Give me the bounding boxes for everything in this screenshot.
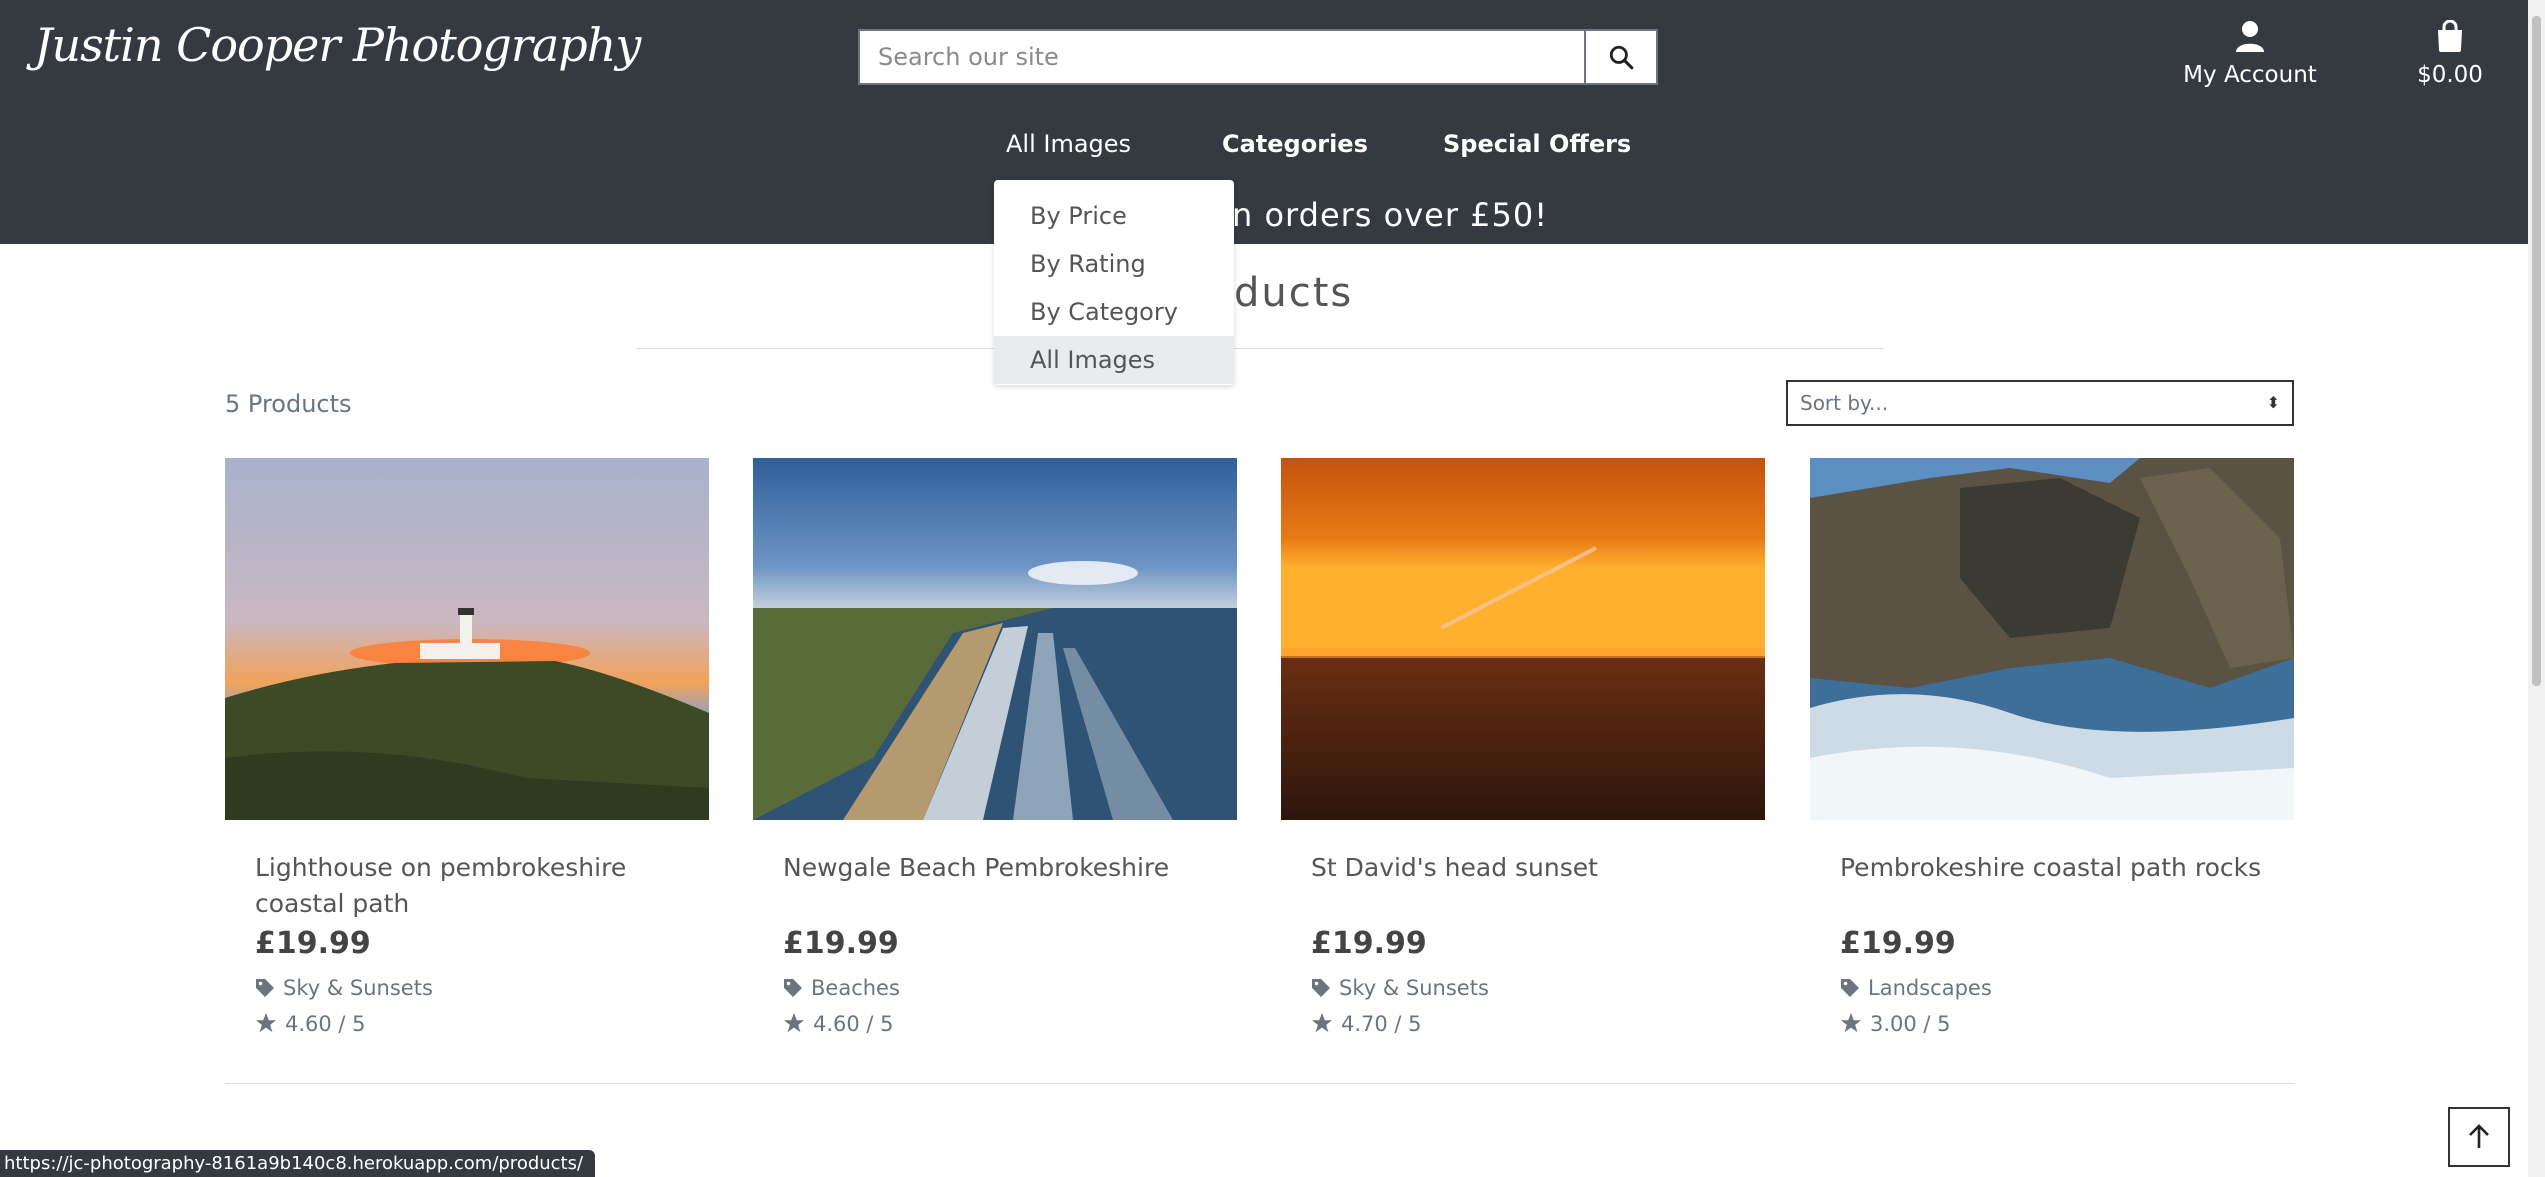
nav-categories[interactable]: Categories [1222, 130, 1368, 158]
product-image-lighthouse[interactable] [225, 458, 709, 820]
product-rating-value: 4.60 / 5 [285, 1012, 366, 1036]
my-account-link[interactable]: My Account [2170, 20, 2330, 88]
main-nav: All Images Categories Special Offers [0, 130, 2528, 170]
product-category[interactable]: Landscapes [1840, 976, 1992, 1000]
product-price: £19.99 [255, 926, 371, 961]
scrollbar-thumb[interactable] [2532, 16, 2541, 686]
arrow-up-icon [2469, 1124, 2489, 1148]
product-title[interactable]: Lighthouse on pembrokeshire coastal path [255, 850, 685, 922]
search-button[interactable] [1584, 31, 1656, 83]
search-form [858, 29, 1658, 85]
product-rating: 3.00 / 5 [1840, 1012, 1951, 1036]
content-divider [225, 1083, 2294, 1084]
shopping-bag-icon [2438, 19, 2462, 52]
product-image-coastal-rocks[interactable] [1810, 458, 2294, 820]
page-title: ducts [1234, 270, 1354, 316]
product-title[interactable]: St David's head sunset [1311, 850, 1741, 886]
star-icon [783, 1012, 805, 1033]
nav-all-images[interactable]: All Images [1006, 130, 1131, 158]
user-icon [2236, 21, 2264, 52]
search-icon [1609, 45, 1634, 70]
product-category-label: Beaches [811, 976, 900, 1000]
product-category[interactable]: Beaches [783, 976, 900, 1000]
product-rating: 4.70 / 5 [1311, 1012, 1422, 1036]
product-price: £19.99 [1311, 926, 1427, 961]
product-price: £19.99 [1840, 926, 1956, 961]
promo-banner: n orders over £50! [1232, 196, 1549, 234]
star-icon [1311, 1012, 1333, 1033]
product-category-label: Landscapes [1868, 976, 1992, 1000]
select-arrows-icon: ⬍ [2266, 393, 2280, 412]
site-logo[interactable]: Justin Cooper Photography [34, 18, 641, 72]
product-rating: 4.60 / 5 [783, 1012, 894, 1036]
star-icon [1840, 1012, 1862, 1033]
browser-status-url: https://jc-photography-8161a9b140c8.hero… [0, 1150, 596, 1177]
product-image-st-davids[interactable] [1281, 458, 1765, 820]
dropdown-by-category[interactable]: By Category [994, 288, 1234, 336]
product-rating: 4.60 / 5 [255, 1012, 366, 1036]
dropdown-by-rating[interactable]: By Rating [994, 240, 1234, 288]
shopping-bag-link[interactable]: $0.00 [2400, 19, 2500, 88]
dropdown-all-images[interactable]: All Images [994, 336, 1234, 384]
product-rating-value: 3.00 / 5 [1870, 1012, 1951, 1036]
product-category[interactable]: Sky & Sunsets [255, 976, 433, 1000]
product-category-label: Sky & Sunsets [1339, 976, 1489, 1000]
page-scrollbar[interactable] [2528, 0, 2545, 1177]
product-image-newgale[interactable] [753, 458, 1237, 820]
tag-icon [1841, 979, 1859, 997]
back-to-top-button[interactable] [2448, 1107, 2510, 1167]
cart-total: $0.00 [2417, 62, 2483, 88]
sort-select[interactable]: Sort by... ⬍ [1786, 380, 2294, 426]
site-header: Justin Cooper Photography My Account $0.… [0, 0, 2528, 244]
product-category-label: Sky & Sunsets [283, 976, 433, 1000]
product-rating-value: 4.60 / 5 [813, 1012, 894, 1036]
heading-divider [636, 348, 1884, 349]
tag-icon [256, 979, 274, 997]
dropdown-by-price[interactable]: By Price [994, 192, 1234, 240]
tag-icon [784, 979, 802, 997]
tag-icon [1312, 979, 1330, 997]
nav-special-offers[interactable]: Special Offers [1443, 130, 1631, 158]
star-icon [255, 1012, 277, 1033]
product-category[interactable]: Sky & Sunsets [1311, 976, 1489, 1000]
product-count: 5 Products [225, 390, 352, 418]
search-input[interactable] [860, 31, 1586, 83]
product-rating-value: 4.70 / 5 [1341, 1012, 1422, 1036]
my-account-label: My Account [2183, 62, 2317, 88]
product-price: £19.99 [783, 926, 899, 961]
product-title[interactable]: Pembrokeshire coastal path rocks [1840, 850, 2270, 886]
sort-select-value: Sort by... [1800, 391, 1889, 415]
product-title[interactable]: Newgale Beach Pembrokeshire [783, 850, 1213, 886]
all-images-dropdown: By Price By Rating By Category All Image… [994, 180, 1234, 385]
